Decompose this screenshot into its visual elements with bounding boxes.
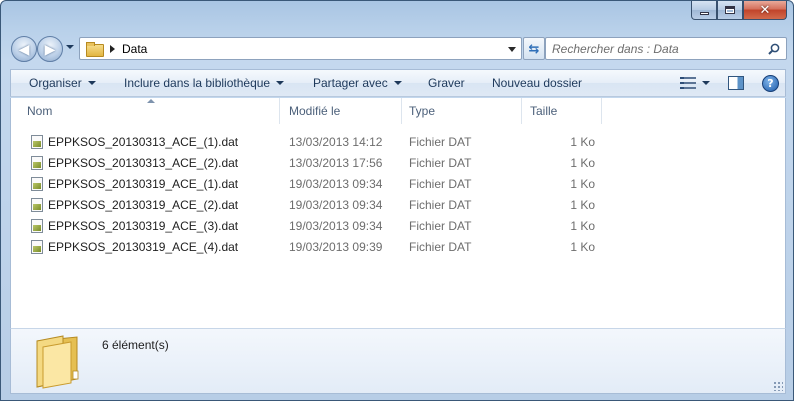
chevron-down-icon xyxy=(87,81,96,85)
search-input[interactable] xyxy=(552,41,762,56)
column-header-modified[interactable]: Modifié le xyxy=(281,98,402,124)
file-row[interactable]: EPPKSOS_20130319_ACE_(3).dat 19/03/2013 … xyxy=(11,215,785,236)
large-folder-icon xyxy=(36,335,79,389)
back-arrow-icon: ◀ xyxy=(18,40,30,57)
file-type: Fichier DAT xyxy=(409,156,472,170)
recent-pages-dropdown[interactable] xyxy=(66,45,74,49)
chevron-down-icon xyxy=(393,81,402,85)
close-icon: ✕ xyxy=(759,2,771,18)
command-bar: Organiser Inclure dans la bibliothèque P… xyxy=(10,69,786,97)
help-icon[interactable]: ? xyxy=(762,74,779,92)
file-size: 1 Ko xyxy=(570,198,595,212)
breadcrumb-current-folder[interactable]: Data xyxy=(122,42,147,56)
file-name: EPPKSOS_20130319_ACE_(4).dat xyxy=(48,240,239,254)
new-folder-label: Nouveau dossier xyxy=(492,76,583,90)
item-count: 6 élément(s) xyxy=(102,338,169,352)
file-modified: 13/03/2013 14:12 xyxy=(289,135,383,149)
file-row[interactable]: EPPKSOS_20130319_ACE_(1).dat 19/03/2013 … xyxy=(11,173,785,194)
maximize-button[interactable] xyxy=(717,1,743,20)
file-size: 1 Ko xyxy=(570,240,595,254)
dat-file-icon xyxy=(31,135,43,149)
maximize-icon xyxy=(725,6,735,14)
dat-file-icon xyxy=(31,156,43,170)
explorer-window: ✕ ◀ ▶ Data ⇆ Organiser Inclure dans la b… xyxy=(0,0,794,401)
back-button[interactable]: ◀ xyxy=(11,36,37,62)
file-name-cell: EPPKSOS_20130319_ACE_(3).dat xyxy=(31,219,238,233)
dat-file-icon xyxy=(31,198,43,212)
file-modified: 19/03/2013 09:34 xyxy=(289,177,383,191)
dat-file-icon xyxy=(31,219,43,233)
file-type: Fichier DAT xyxy=(409,135,472,149)
file-list-pane: Nom Modifié le Type Taille EPPKSOS_20130… xyxy=(10,98,786,328)
search-icon[interactable] xyxy=(768,43,780,55)
file-name-cell: EPPKSOS_20130319_ACE_(1).dat xyxy=(31,177,238,191)
file-modified: 19/03/2013 09:34 xyxy=(289,198,383,212)
file-name: EPPKSOS_20130319_ACE_(2).dat xyxy=(48,198,239,212)
include-in-library-button[interactable]: Inclure dans la bibliothèque xyxy=(124,70,285,96)
file-type: Fichier DAT xyxy=(409,219,472,233)
file-name-cell: EPPKSOS_20130313_ACE_(2).dat xyxy=(31,156,238,170)
file-name: EPPKSOS_20130319_ACE_(1).dat xyxy=(48,177,239,191)
file-name: EPPKSOS_20130319_ACE_(3).dat xyxy=(48,219,239,233)
organize-button[interactable]: Organiser xyxy=(29,70,96,96)
file-rows: EPPKSOS_20130313_ACE_(1).dat 13/03/2013 … xyxy=(11,131,785,257)
file-name-cell: EPPKSOS_20130319_ACE_(4).dat xyxy=(31,240,238,254)
chevron-down-icon xyxy=(276,81,285,85)
file-size: 1 Ko xyxy=(570,135,595,149)
file-name-cell: EPPKSOS_20130313_ACE_(1).dat xyxy=(31,135,238,149)
organize-label: Organiser xyxy=(29,76,82,90)
forward-arrow-icon: ▶ xyxy=(44,40,56,57)
folder-icon xyxy=(86,42,104,57)
column-headers: Nom Modifié le Type Taille xyxy=(11,98,785,124)
burn-label: Graver xyxy=(428,76,465,90)
file-size: 1 Ko xyxy=(570,219,595,233)
column-header-size[interactable]: Taille xyxy=(522,98,602,124)
column-header-type[interactable]: Type xyxy=(401,98,522,124)
view-controls: ? xyxy=(680,70,779,96)
resize-grip[interactable] xyxy=(773,381,783,391)
view-options-dropdown[interactable] xyxy=(702,81,710,85)
file-row[interactable]: EPPKSOS_20130313_ACE_(1).dat 13/03/2013 … xyxy=(11,131,785,152)
change-view-icon[interactable] xyxy=(680,77,696,89)
share-with-button[interactable]: Partager avec xyxy=(313,70,402,96)
address-history-dropdown[interactable] xyxy=(508,47,516,52)
forward-button[interactable]: ▶ xyxy=(37,36,63,62)
minimize-button[interactable] xyxy=(691,1,717,20)
caption-buttons: ✕ xyxy=(691,1,787,21)
file-type: Fichier DAT xyxy=(409,177,472,191)
minimize-icon xyxy=(699,11,709,15)
file-modified: 19/03/2013 09:39 xyxy=(289,240,383,254)
column-header-name[interactable]: Nom xyxy=(19,98,280,124)
search-box[interactable] xyxy=(545,37,787,60)
refresh-icon: ⇆ xyxy=(528,40,540,56)
file-modified: 19/03/2013 09:34 xyxy=(289,219,383,233)
details-pane: 6 élément(s) xyxy=(10,328,786,394)
file-type: Fichier DAT xyxy=(409,198,472,212)
share-label: Partager avec xyxy=(313,76,388,90)
dat-file-icon xyxy=(31,240,43,254)
include-label: Inclure dans la bibliothèque xyxy=(124,76,271,90)
file-size: 1 Ko xyxy=(570,156,595,170)
file-name: EPPKSOS_20130313_ACE_(2).dat xyxy=(48,156,239,170)
file-modified: 13/03/2013 17:56 xyxy=(289,156,383,170)
file-name: EPPKSOS_20130313_ACE_(1).dat xyxy=(48,135,239,149)
new-folder-button[interactable]: Nouveau dossier xyxy=(492,70,582,96)
breadcrumb-chevron-icon[interactable] xyxy=(110,44,115,53)
navigation-bar: ◀ ▶ Data ⇆ xyxy=(11,35,787,63)
close-button[interactable]: ✕ xyxy=(743,1,787,20)
file-name-cell: EPPKSOS_20130319_ACE_(2).dat xyxy=(31,198,238,212)
preview-pane-icon[interactable] xyxy=(728,76,744,90)
file-size: 1 Ko xyxy=(570,177,595,191)
dat-file-icon xyxy=(31,177,43,191)
file-row[interactable]: EPPKSOS_20130313_ACE_(2).dat 13/03/2013 … xyxy=(11,152,785,173)
address-bar[interactable]: Data xyxy=(79,37,522,60)
burn-button[interactable]: Graver xyxy=(428,70,465,96)
refresh-button[interactable]: ⇆ xyxy=(523,37,545,60)
file-row[interactable]: EPPKSOS_20130319_ACE_(4).dat 19/03/2013 … xyxy=(11,236,785,257)
file-type: Fichier DAT xyxy=(409,240,472,254)
file-row[interactable]: EPPKSOS_20130319_ACE_(2).dat 19/03/2013 … xyxy=(11,194,785,215)
